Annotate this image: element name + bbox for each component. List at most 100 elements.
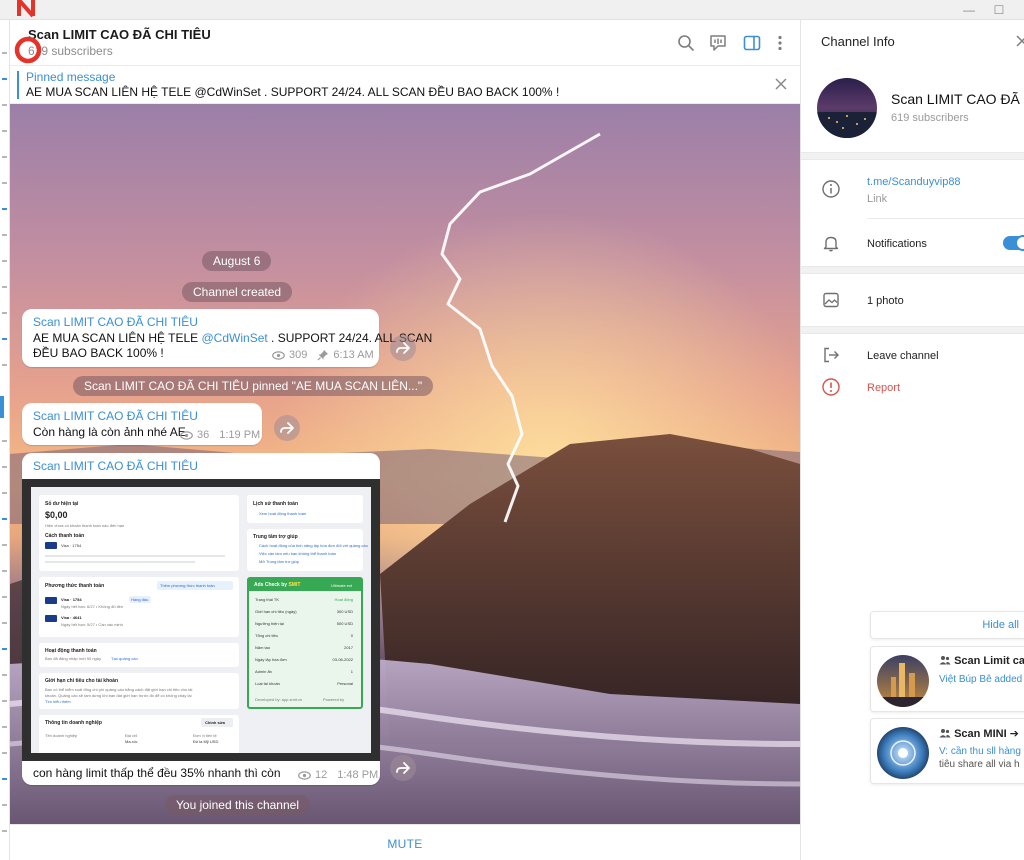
maximize-button[interactable]: ☐ <box>984 2 1014 18</box>
leave-icon <box>824 347 839 363</box>
close-icon[interactable] <box>1015 34 1024 48</box>
payment-history-card: Lịch sử thanh toán Xem hoạt động thanh t… <box>247 495 363 523</box>
mute-button[interactable]: MUTE <box>10 825 800 860</box>
message-author[interactable]: Scan LIMIT CAO ĐÃ CHI TIÊU <box>33 315 198 329</box>
report-channel[interactable]: Report <box>867 382 900 394</box>
balance-card: Số dư hiện tại $0,00 Hiện chưa có khoản … <box>39 495 239 571</box>
chat-list-marker <box>2 286 7 288</box>
active-chat-indicator <box>0 396 4 418</box>
billing-activity-card: Hoạt động thanh toán Bạn đã đăng nhập mớ… <box>39 643 239 667</box>
chat-list-marker <box>2 364 7 366</box>
chat-list-marker <box>2 648 7 650</box>
chat-title[interactable]: Scan LIMIT CAO ĐÃ CHI TIÊU <box>28 27 211 42</box>
notification-avatar <box>877 655 929 707</box>
chat-list-marker <box>2 622 7 624</box>
hide-all-label[interactable]: Hide all <box>982 619 1019 631</box>
chat-list-marker <box>2 700 7 702</box>
chat-list-marker <box>2 312 7 314</box>
video-chat-icon[interactable] <box>708 33 728 53</box>
views-icon <box>298 770 311 780</box>
joined-channel-pill: You joined this channel <box>165 795 310 815</box>
notification-body: Việt Búp Bê added <box>939 674 1023 685</box>
chat-list-marker <box>2 674 7 676</box>
forward-icon[interactable] <box>274 415 300 441</box>
chat-list-marker <box>2 78 7 80</box>
chat-list-marker <box>2 440 7 442</box>
message-meta: 12 1:48 PM <box>298 769 378 781</box>
sidebar-toggle-icon[interactable] <box>742 33 762 53</box>
forward-icon[interactable] <box>390 755 416 781</box>
chat-list-marker <box>2 544 7 546</box>
notifications-label: Notifications <box>867 238 927 250</box>
chat-list-marker <box>2 830 7 832</box>
chat-list-marker <box>2 726 7 728</box>
section-divider <box>801 266 1024 274</box>
row-divider <box>867 218 1024 219</box>
message-bubble[interactable]: Scan LIMIT CAO ĐÃ CHI TIÊU AE MUA SCAN L… <box>22 309 432 367</box>
mute-bar: MUTE <box>10 824 800 860</box>
chat-list-marker <box>2 234 7 236</box>
payment-methods-card: Phương thức thanh toán Thêm phương thức … <box>39 577 239 637</box>
photo-message-bubble[interactable]: Scan LIMIT CAO ĐÃ CHI TIÊU Số dư hiện tạ… <box>22 453 380 785</box>
date-pill: August 6 <box>202 251 272 271</box>
message-photo[interactable]: Số dư hiện tại $0,00 Hiện chưa có khoản … <box>22 479 380 761</box>
forward-icon[interactable] <box>390 335 416 361</box>
hide-all-notifications[interactable]: Hide all <box>870 611 1024 639</box>
channel-link[interactable]: t.me/Scanduyvip88 <box>867 176 961 188</box>
group-icon <box>939 729 951 738</box>
chat-list-marker <box>2 156 7 158</box>
leave-channel[interactable]: Leave channel <box>867 350 939 362</box>
chat-list-marker <box>2 778 7 780</box>
chat-list-marker <box>2 130 7 132</box>
section-divider <box>801 152 1024 160</box>
minimize-button[interactable]: — <box>954 2 984 18</box>
message-bubble[interactable]: Scan LIMIT CAO ĐÃ CHI TIÊU Còn hàng là c… <box>22 403 262 445</box>
channel-name: Scan LIMIT CAO ĐÃ ... <box>891 91 1024 107</box>
mention-link[interactable]: @CdWinSet <box>202 331 268 345</box>
chat-list-marker <box>2 52 7 54</box>
group-icon <box>939 656 951 665</box>
channel-subscribers: 619 subscribers <box>891 112 969 124</box>
chat-list-marker <box>2 182 7 184</box>
message-author[interactable]: Scan LIMIT CAO ĐÃ CHI TIÊU <box>33 459 198 473</box>
photo-caption: con hàng limit thấp thể đều 35% nhanh th… <box>33 766 281 780</box>
chat-list-marker <box>2 570 7 572</box>
chat-header[interactable]: Scan LIMIT CAO ĐÃ CHI TIÊU 619 subscribe… <box>10 20 800 66</box>
notification-body: V: cần thu sll hàng tiêu share all via h <box>939 746 1021 770</box>
pinned-accent <box>17 71 19 99</box>
chat-list-marker <box>2 596 7 598</box>
search-icon[interactable] <box>676 33 696 53</box>
pinned-notice-pill[interactable]: Scan LIMIT CAO ĐÃ CHI TIÊU pinned "AE MU… <box>73 376 434 396</box>
message-meta: 309 6:13 AM <box>272 349 374 361</box>
notification-popup[interactable]: Scan MINI ➔ V: cần thu sll hàng tiêu sha… <box>870 718 1024 784</box>
brand-logo <box>14 0 42 64</box>
info-title: Channel Info <box>821 34 895 49</box>
pinned-message-bar[interactable]: Pinned message AE MUA SCAN LIÊN HỆ TELE … <box>10 66 800 104</box>
info-icon <box>822 180 840 198</box>
notification-title: Scan MINI ➔ <box>939 727 1019 740</box>
chat-list-marker <box>2 492 7 494</box>
chat-list-marker <box>2 466 7 468</box>
message-meta: 36 1:19 PM <box>180 429 260 441</box>
chat-list-strip[interactable] <box>0 20 10 860</box>
more-vertical-icon[interactable] <box>770 33 790 53</box>
message-text: Còn hàng là còn ảnh nhé AE <box>33 425 186 439</box>
photo-icon <box>823 292 839 308</box>
notifications-toggle-knob[interactable] <box>1015 235 1024 251</box>
message-text-line2: ĐỀU BAO BACK 100% ! <box>33 346 164 360</box>
pin-icon <box>317 350 329 361</box>
notification-popup[interactable]: Scan Limit cao Việt Búp Bê added <box>870 646 1024 712</box>
chat-list-marker <box>2 338 7 340</box>
photos-count[interactable]: 1 photo <box>867 295 904 307</box>
chat-messages-area[interactable]: August 6 Channel created Scan LIMIT CAO … <box>10 104 800 824</box>
close-icon[interactable] <box>772 75 790 93</box>
notification-avatar <box>877 727 929 779</box>
notification-title: Scan Limit cao <box>939 655 1024 667</box>
channel-avatar[interactable] <box>817 78 877 138</box>
message-author[interactable]: Scan LIMIT CAO ĐÃ CHI TIÊU <box>33 409 198 423</box>
chat-list-marker <box>2 804 7 806</box>
spending-limit-card: Giới hạn chi tiêu cho tài khoản Bạn có t… <box>39 673 239 709</box>
message-text: AE MUA SCAN LIÊN HỆ TELE @CdWinSet . SUP… <box>33 331 433 345</box>
views-icon <box>272 350 285 360</box>
billing-screenshot: Số dư hiện tại $0,00 Hiện chưa có khoản … <box>31 487 371 753</box>
